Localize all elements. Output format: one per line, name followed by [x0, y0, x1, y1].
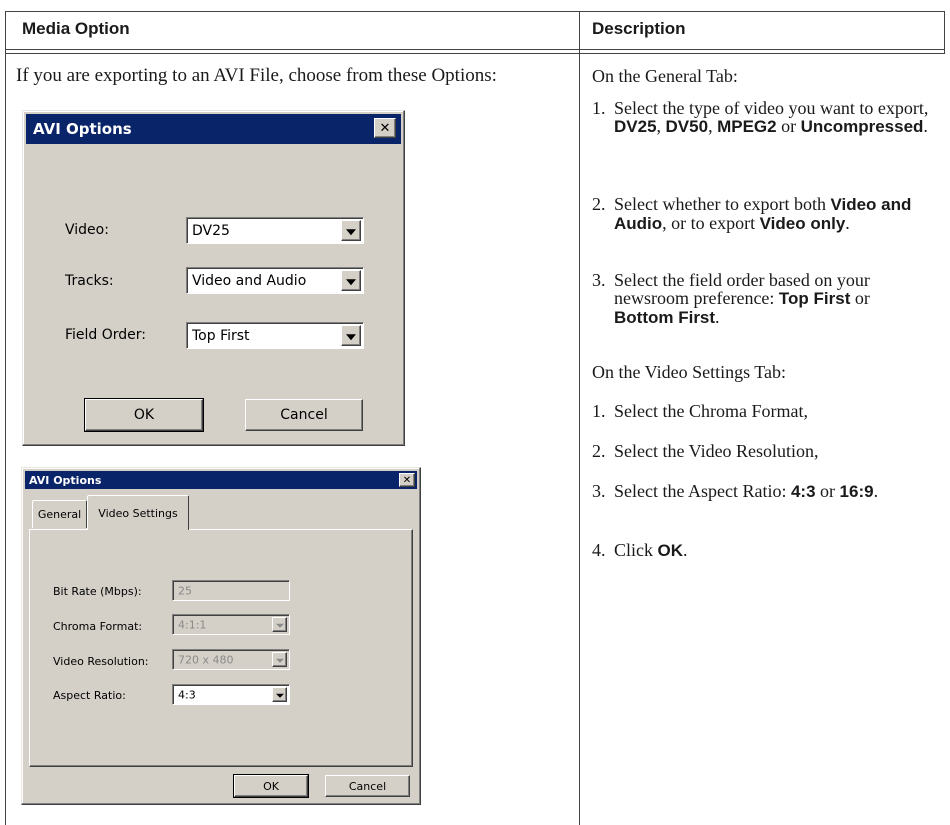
bit-rate-value: 25 [178, 584, 192, 597]
step-bold: MPEG2 [717, 117, 777, 136]
tracks-label: Tracks: [65, 273, 114, 289]
general-step-1: 1. Select the type of video you want to … [592, 99, 932, 136]
avi-options-dialog: AVI Options ✕ Video: DV25 Tracks: Video … [22, 110, 405, 446]
general-tab-heading: On the General Tab: [592, 66, 738, 86]
header-description: Description [592, 19, 686, 38]
tracks-select-value: Video and Audio [192, 272, 307, 289]
step-bold: Top First [778, 289, 851, 308]
step-text: . [923, 116, 928, 136]
step-text: . [715, 307, 720, 327]
step-text: . [845, 213, 850, 233]
table-right-border [944, 11, 945, 54]
video-select[interactable]: DV25 [186, 217, 364, 244]
video-resolution-value: 720 x 480 [178, 653, 234, 666]
tracks-select[interactable]: Video and Audio [186, 267, 364, 294]
dialog2-titlebar: AVI Options ✕ [25, 471, 417, 489]
field-order-label: Field Order: [65, 327, 147, 343]
step-bold: DV50 [665, 117, 709, 136]
step-bold: 16:9 [839, 482, 874, 501]
table-top-rule [5, 11, 945, 12]
chevron-down-icon[interactable] [341, 220, 361, 241]
video-step-2: 2. Select the Video Resolution, [592, 442, 932, 460]
close-icon[interactable]: ✕ [374, 118, 396, 138]
step-text: Select the type of video you want to exp… [614, 98, 929, 118]
field-order-select-value: Top First [192, 327, 250, 344]
aspect-ratio-label: Aspect Ratio: [53, 689, 126, 702]
video-resolution-label: Video Resolution: [53, 655, 149, 668]
general-step-3: 3. Select the field order based on your … [592, 271, 932, 327]
chroma-format-select[interactable]: 4:1:1 [172, 614, 290, 635]
left-intro-text: If you are exporting to an AVI File, cho… [16, 65, 497, 86]
cancel-button[interactable]: Cancel [325, 775, 410, 797]
step-text: . [873, 481, 879, 501]
dialog2-title: AVI Options [29, 473, 102, 487]
chevron-down-icon[interactable] [341, 270, 361, 291]
step-text: Select whether to export both [614, 194, 826, 214]
step-number: 1. [592, 401, 606, 421]
step-number: 3. [592, 481, 606, 501]
bit-rate-input[interactable]: 25 [172, 580, 290, 601]
step-number: 2. [592, 441, 606, 461]
cancel-button[interactable]: Cancel [245, 399, 363, 431]
tab-video-settings[interactable]: Video Settings [87, 495, 189, 530]
step-bold: OK [657, 541, 684, 560]
aspect-ratio-value: 4:3 [178, 688, 196, 701]
chroma-format-label: Chroma Format: [53, 620, 143, 633]
step-number: 4. [592, 540, 606, 560]
step-number: 3. [592, 270, 606, 290]
video-settings-panel [29, 529, 413, 767]
video-step-4: 4. Click OK. [592, 541, 932, 560]
chevron-down-icon[interactable] [272, 617, 287, 632]
step-text: Select the Aspect Ratio: [614, 481, 787, 501]
chevron-down-icon[interactable] [341, 325, 361, 346]
step-bold: Video only [759, 214, 846, 233]
video-resolution-select[interactable]: 720 x 480 [172, 649, 290, 670]
tab-general[interactable]: General [32, 500, 87, 528]
chevron-down-icon[interactable] [272, 687, 287, 702]
chevron-down-icon[interactable] [272, 652, 287, 667]
step-text: or [854, 288, 870, 308]
video-select-value: DV25 [192, 222, 230, 239]
aspect-ratio-select[interactable]: 4:3 [172, 684, 290, 705]
step-text: . [683, 540, 688, 560]
header-media-option: Media Option [22, 19, 130, 38]
bit-rate-label: Bit Rate (Mbps): [53, 585, 142, 598]
close-icon[interactable]: ✕ [399, 473, 415, 487]
step-text: , or to export [662, 213, 756, 233]
avi-options-video-settings-dialog: AVI Options ✕ General Video Settings Bit… [21, 467, 421, 805]
video-step-1: 1. Select the Chroma Format, [592, 402, 932, 420]
dialog-titlebar: AVI Options ✕ [26, 114, 401, 144]
step-bold: Uncompressed [800, 117, 924, 136]
step-text: Select the Chroma Format, [614, 401, 808, 421]
video-settings-tab-heading: On the Video Settings Tab: [592, 362, 786, 382]
step-text: or [781, 116, 797, 136]
table-left-border [5, 11, 6, 825]
dialog-title: AVI Options [33, 120, 132, 138]
chroma-format-value: 4:1:1 [178, 618, 207, 631]
video-label: Video: [65, 222, 109, 238]
field-order-select[interactable]: Top First [186, 322, 364, 349]
general-step-2: 2. Select whether to export both Video a… [592, 195, 932, 233]
step-text: Select the Video Resolution, [614, 441, 819, 461]
ok-button[interactable]: OK [233, 774, 309, 798]
ok-button[interactable]: OK [84, 398, 204, 432]
header-rule [5, 49, 945, 50]
video-step-3: 3. Select the Aspect Ratio: 4:3 or 16:9. [592, 482, 932, 501]
step-number: 1. [592, 98, 606, 118]
step-text: , [708, 116, 713, 136]
step-text: Click [614, 540, 653, 560]
step-bold: 4:3 [790, 482, 816, 501]
step-text: or [820, 481, 836, 501]
step-bold: DV25 [614, 117, 657, 136]
step-text: , [656, 116, 662, 136]
step-number: 2. [592, 194, 606, 214]
column-divider [579, 11, 580, 825]
step-bold: Bottom First [614, 308, 716, 327]
header-rule-double [5, 53, 945, 54]
